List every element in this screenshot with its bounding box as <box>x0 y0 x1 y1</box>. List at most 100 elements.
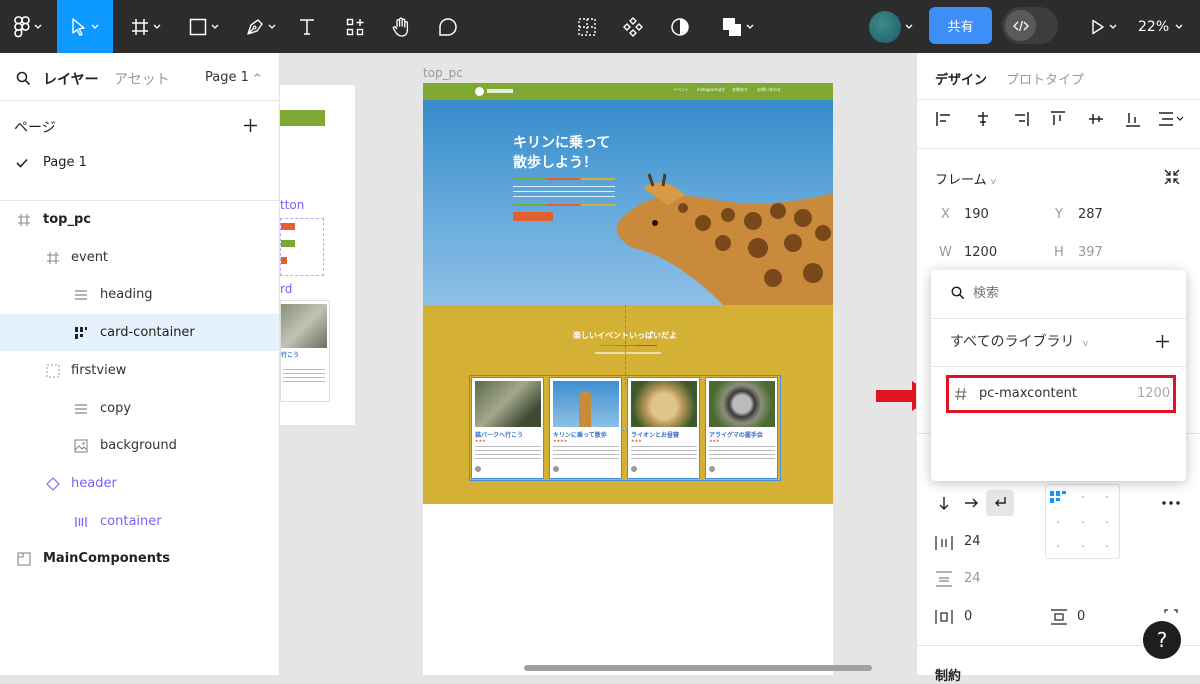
padding-horizontal-input[interactable]: 0 <box>964 609 972 624</box>
move-tool-button[interactable] <box>57 0 113 53</box>
layer-label: header <box>71 476 117 491</box>
top-pc-frame[interactable]: イベント Instagramほか お問合せ お問い合わせ キリンに乗って 散歩し… <box>423 83 833 675</box>
boolean-union-icon <box>723 17 741 36</box>
chevron-down-icon <box>905 24 913 29</box>
share-button[interactable]: 共有 <box>929 7 992 44</box>
page-selector[interactable]: Page 1 ^ <box>205 70 261 85</box>
align-horizontal-center-icon[interactable] <box>975 111 991 127</box>
distribute-menu-icon[interactable] <box>1158 111 1184 127</box>
card-component-label: rd <box>280 282 293 296</box>
page-selector-label: Page 1 <box>205 70 249 85</box>
direction-right-icon[interactable] <box>964 496 978 510</box>
align-vertical-center-icon[interactable] <box>1088 111 1104 127</box>
layer-heading[interactable]: heading <box>0 276 279 313</box>
hand-tool-button[interactable] <box>388 0 414 53</box>
layer-copy[interactable]: copy <box>0 390 279 427</box>
button-variants <box>280 218 324 276</box>
components-frame[interactable]: tton rd 行こう <box>280 85 355 425</box>
layer-card-container[interactable]: card-container <box>0 314 279 351</box>
mask-button[interactable] <box>667 0 693 53</box>
add-library-plus-icon[interactable] <box>1155 334 1170 349</box>
divider <box>917 99 1200 100</box>
present-button[interactable] <box>1084 0 1124 53</box>
chevron-down-icon <box>1109 24 1117 29</box>
w-input[interactable]: 1200 <box>964 245 997 260</box>
chevron-down-icon <box>268 24 276 29</box>
layer-container[interactable]: container <box>0 503 279 540</box>
layout-grid-button[interactable] <box>574 0 600 53</box>
help-button[interactable]: ? <box>1143 621 1181 659</box>
layer-background[interactable]: background <box>0 427 279 464</box>
button-component-label: tton <box>280 198 305 212</box>
library-selector[interactable]: すべてのライブラリ v <box>950 331 1088 351</box>
divider <box>917 148 1200 149</box>
component-icon <box>45 476 61 492</box>
padding-vertical-input[interactable]: 0 <box>1077 609 1085 624</box>
add-page-plus-icon[interactable] <box>243 118 258 133</box>
layer-label: card-container <box>100 325 195 340</box>
pen-tool-button[interactable] <box>239 0 283 53</box>
library-variable-item[interactable]: pc-maxcontent 1200 <box>946 375 1176 413</box>
align-right-icon[interactable] <box>1013 111 1029 127</box>
gap-input[interactable]: 24 <box>964 534 981 549</box>
code-brackets-icon <box>1012 20 1029 31</box>
shape-tool-button[interactable] <box>182 0 226 53</box>
boolean-button[interactable] <box>716 0 760 53</box>
design-canvas[interactable]: tton rd 行こう top_pc イベント Instagramほか お問合せ… <box>280 53 916 675</box>
text-t-icon <box>300 18 314 35</box>
direction-wrap-button[interactable] <box>986 490 1014 516</box>
tab-layers[interactable]: レイヤー <box>43 69 99 89</box>
layer-event[interactable]: event <box>0 239 279 276</box>
frame-section-title[interactable]: フレーム v <box>935 169 996 188</box>
alignment-matrix[interactable] <box>1045 484 1120 559</box>
library-search-input[interactable] <box>973 280 1173 306</box>
align-left-icon[interactable] <box>936 111 952 127</box>
decorative-line <box>513 178 615 180</box>
variable-value: 1200 <box>1137 386 1171 401</box>
search-icon[interactable] <box>16 71 31 86</box>
site-nav-item: Instagramほか <box>697 87 726 92</box>
frame-name-label[interactable]: top_pc <box>423 66 463 80</box>
resources-icon <box>346 18 364 35</box>
layer-maincomponents[interactable]: MainComponents <box>0 540 279 577</box>
comment-bubble-icon <box>439 17 457 36</box>
site-header: イベント Instagramほか お問合せ お問い合わせ <box>423 83 833 100</box>
tab-design[interactable]: デザイン <box>935 69 987 88</box>
align-top-icon[interactable] <box>1050 111 1066 127</box>
layer-firstview[interactable]: firstview <box>0 352 279 389</box>
zoom-dropdown[interactable]: 22% <box>1138 0 1183 53</box>
horizontal-scrollbar[interactable] <box>524 665 872 671</box>
comment-tool-button[interactable] <box>435 0 461 53</box>
user-avatar-button[interactable] <box>862 0 920 53</box>
frame-tool-button[interactable] <box>124 0 168 53</box>
page-item-label: Page 1 <box>43 155 87 170</box>
dev-mode-toggle[interactable] <box>1002 7 1058 44</box>
instance-layout-icon <box>73 514 89 530</box>
layer-header[interactable]: header <box>0 465 279 502</box>
align-bottom-icon[interactable] <box>1125 111 1141 127</box>
hash-frame-icon <box>132 18 148 35</box>
main-menu-button[interactable] <box>8 0 48 53</box>
chevron-down-icon: v <box>1082 339 1089 349</box>
number-variable-hash-icon <box>955 387 967 401</box>
y-input[interactable]: 287 <box>1078 207 1103 222</box>
card-text <box>283 369 325 383</box>
variable-name: pc-maxcontent <box>979 386 1077 401</box>
divider <box>931 318 1186 319</box>
page-item[interactable]: Page 1 <box>0 146 279 180</box>
layer-top-pc[interactable]: top_pc <box>0 201 279 238</box>
text-tool-button[interactable] <box>294 0 320 53</box>
w-label: W <box>939 245 952 260</box>
tab-prototype[interactable]: プロトタイプ <box>1006 69 1084 88</box>
component-button[interactable] <box>620 0 646 53</box>
frame-section-label: フレーム <box>935 173 987 188</box>
gap-vertical-input[interactable]: 24 <box>964 571 981 586</box>
collapse-arrows-icon[interactable] <box>1164 169 1180 185</box>
direction-down-icon[interactable] <box>937 496 951 510</box>
h-input[interactable]: 397 <box>1078 245 1103 260</box>
more-options-icon[interactable] <box>1162 501 1180 505</box>
x-input[interactable]: 190 <box>964 207 989 222</box>
tab-assets[interactable]: アセット <box>114 69 170 89</box>
header-component-preview <box>280 110 325 126</box>
resources-tool-button[interactable] <box>342 0 368 53</box>
